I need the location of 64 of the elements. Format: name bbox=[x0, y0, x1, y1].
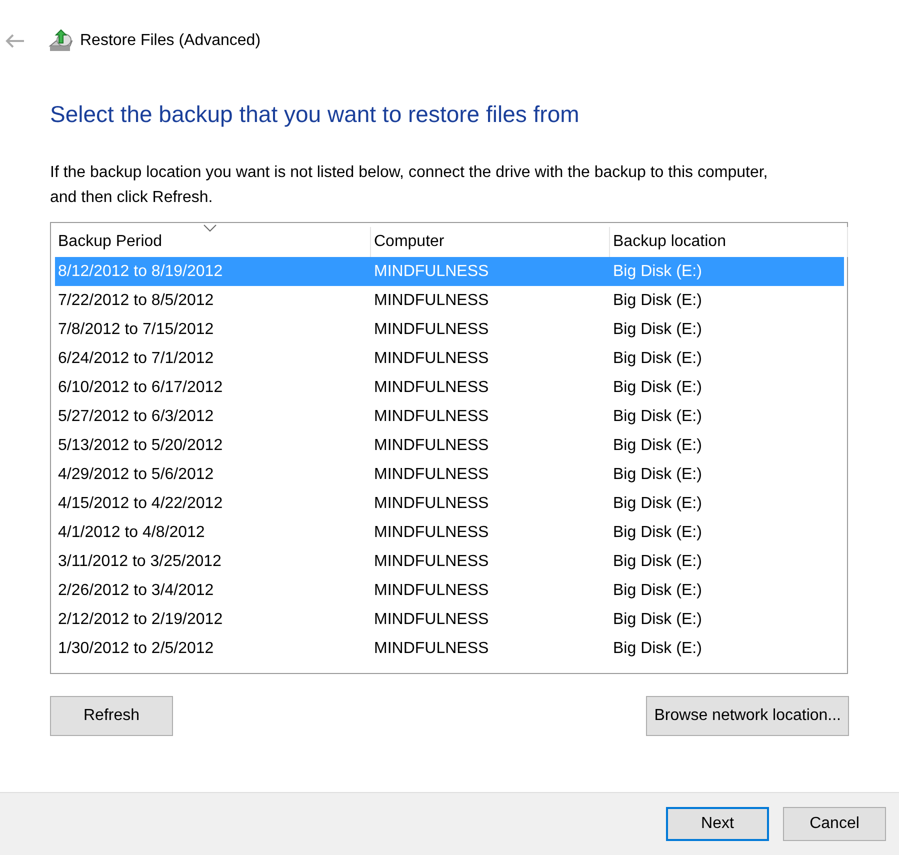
backup-row[interactable]: 6/10/2012 to 6/17/2012 MINDFULNESS Big Disk (E:) bbox=[55, 373, 844, 402]
table-cell-text: 6/24/2012 to 7/1/2012 bbox=[57, 350, 215, 368]
table-cell-text: 7/8/2012 to 7/15/2012 bbox=[57, 320, 215, 338]
table-cell-text: Big Disk (E:) bbox=[612, 466, 703, 484]
refresh-button[interactable]: Refresh bbox=[50, 696, 173, 736]
table-cell-text: 2/26/2012 to 3/4/2012 bbox=[57, 582, 215, 600]
table-cell-text: MINDFULNESS bbox=[373, 494, 490, 512]
window-title: Restore Files (Advanced) bbox=[80, 32, 261, 50]
table-cell-text: MINDFULNESS bbox=[373, 350, 490, 368]
table-cell-text: MINDFULNESS bbox=[373, 320, 490, 338]
table-cell-text: 8/12/2012 to 8/19/2012 bbox=[57, 262, 224, 280]
table-cell-text: MINDFULNESS bbox=[373, 466, 490, 484]
table-cell-text: 3/11/2012 to 3/25/2012 bbox=[57, 552, 222, 570]
backup-row[interactable]: 4/1/2012 to 4/8/2012 MINDFULNESS Big Disk (E:) bbox=[55, 518, 844, 547]
table-cell-text: Big Disk (E:) bbox=[612, 350, 703, 368]
table-cell-text: 5/13/2012 to 5/20/2012 bbox=[57, 436, 224, 454]
back-arrow-icon[interactable] bbox=[4, 33, 26, 49]
table-cell-text: 2/12/2012 to 2/19/2012 bbox=[57, 610, 224, 628]
backup-row[interactable]: 4/15/2012 to 4/22/2012 MINDFULNESS Big Disk (E:) bbox=[55, 489, 844, 518]
table-cell-text: MINDFULNESS bbox=[373, 524, 490, 542]
table-cell-text: 1/30/2012 to 2/5/2012 bbox=[57, 640, 215, 658]
table-cell-text: Big Disk (E:) bbox=[612, 552, 703, 570]
table-cell-text: 5/27/2012 to 6/3/2012 bbox=[57, 408, 215, 426]
table-cell-text: Big Disk (E:) bbox=[612, 408, 703, 426]
table-cell-text: Big Disk (E:) bbox=[612, 378, 703, 396]
browse-button[interactable]: Browse network location... bbox=[646, 696, 849, 736]
cancel-button[interactable]: Cancel bbox=[783, 807, 886, 841]
table-cell-text: 4/1/2012 to 4/8/2012 bbox=[57, 524, 206, 542]
backup-row[interactable]: 3/11/2012 to 3/25/2012 MINDFULNESS Big Disk (E:) bbox=[55, 547, 844, 576]
backup-row[interactable]: 2/26/2012 to 3/4/2012 MINDFULNESS Big Disk (E:) bbox=[55, 576, 844, 605]
table-cell-text: Big Disk (E:) bbox=[612, 582, 703, 600]
table-cell-text: Big Disk (E:) bbox=[612, 494, 703, 512]
table-cell-text: MINDFULNESS bbox=[373, 408, 490, 426]
backup-row[interactable]: 5/13/2012 to 5/20/2012 MINDFULNESS Big Disk (E:) bbox=[55, 431, 844, 460]
table-cell-text: Big Disk (E:) bbox=[612, 262, 703, 280]
table-cell-text: 4/15/2012 to 4/22/2012 bbox=[57, 494, 224, 512]
backup-row[interactable]: 7/8/2012 to 7/15/2012 MINDFULNESS Big Disk (E:) bbox=[55, 315, 844, 344]
table-cell-text: 6/10/2012 to 6/17/2012 bbox=[57, 378, 224, 396]
table-cell-text: Big Disk (E:) bbox=[612, 610, 703, 628]
table-cell-text: Big Disk (E:) bbox=[612, 436, 703, 454]
backup-row[interactable]: 6/24/2012 to 7/1/2012 MINDFULNESS Big Disk (E:) bbox=[55, 344, 844, 373]
instructions-text: If the backup location you want is not listed below, connect the drive with the backup to this computer, and then click Refresh. bbox=[50, 163, 769, 208]
table-cell-text: MINDFULNESS bbox=[373, 262, 490, 280]
table-cell-text: MINDFULNESS bbox=[373, 552, 490, 570]
backup-row[interactable]: 7/22/2012 to 8/5/2012 MINDFULNESS Big Disk (E:) bbox=[55, 286, 844, 315]
table-cell-text: MINDFULNESS bbox=[373, 436, 490, 454]
table-cell-text: MINDFULNESS bbox=[373, 582, 490, 600]
page-heading: Select the backup that you want to restore files from bbox=[50, 101, 580, 128]
table-cell-text: 4/29/2012 to 5/6/2012 bbox=[57, 466, 215, 484]
table-cell-text: Big Disk (E:) bbox=[612, 640, 703, 658]
table-cell-text: Big Disk (E:) bbox=[612, 524, 703, 542]
backup-row[interactable]: 2/12/2012 to 2/19/2012 MINDFULNESS Big Disk (E:) bbox=[55, 605, 844, 634]
table-cell-text: 7/22/2012 to 8/5/2012 bbox=[57, 292, 215, 310]
table-cell-text: MINDFULNESS bbox=[373, 292, 490, 310]
table-cell-text: Big Disk (E:) bbox=[612, 320, 703, 338]
table-cell-text: MINDFULNESS bbox=[373, 610, 490, 628]
next-button[interactable]: Next bbox=[666, 807, 769, 841]
disk-restore-icon bbox=[48, 29, 74, 53]
backup-row[interactable]: 4/29/2012 to 5/6/2012 MINDFULNESS Big Disk (E:) bbox=[55, 460, 844, 489]
table-cell-text: Big Disk (E:) bbox=[612, 292, 703, 310]
backup-row[interactable]: 5/27/2012 to 6/3/2012 MINDFULNESS Big Disk (E:) bbox=[55, 402, 844, 431]
table-cell-text: MINDFULNESS bbox=[373, 640, 490, 658]
table-cell-text: MINDFULNESS bbox=[373, 378, 490, 396]
backup-row[interactable]: 1/30/2012 to 2/5/2012 MINDFULNESS Big Disk (E:) bbox=[55, 634, 844, 663]
